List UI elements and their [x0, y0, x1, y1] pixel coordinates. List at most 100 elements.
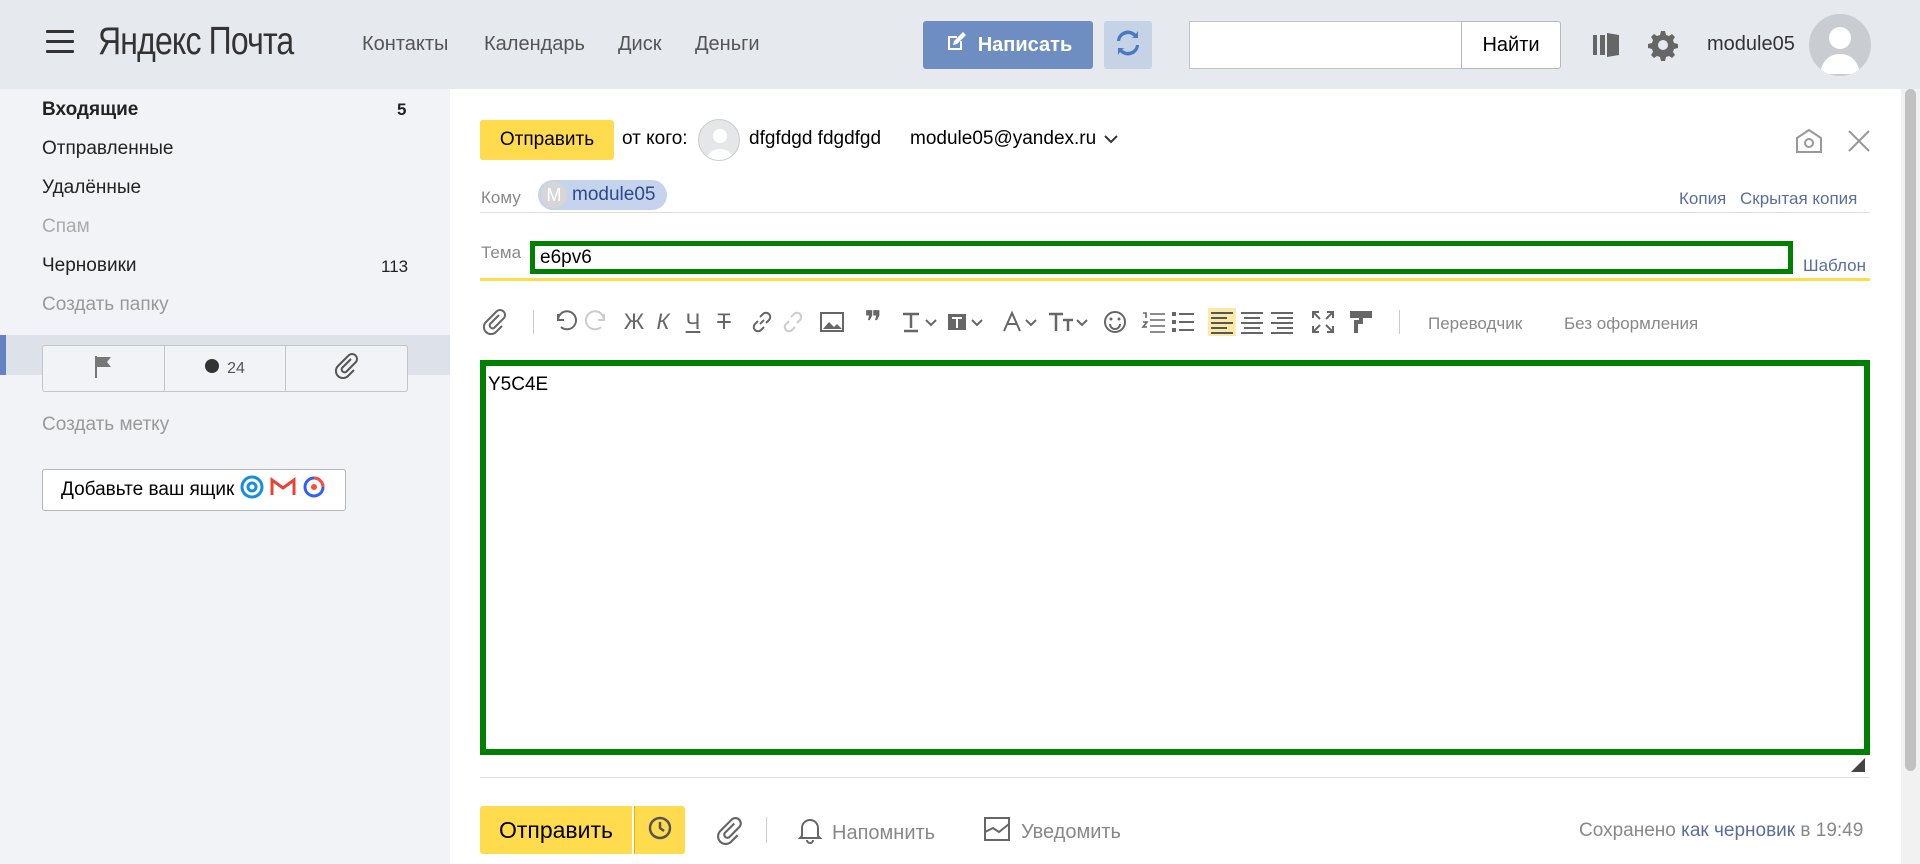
labels-bar: 24 [42, 345, 408, 392]
italic-icon[interactable]: К [651, 308, 675, 336]
folder-drafts-count: 113 [381, 257, 409, 276]
refresh-button[interactable] [1104, 21, 1152, 69]
username[interactable]: module05 [1707, 33, 1795, 56]
unread-filter[interactable]: 24 [165, 346, 287, 391]
link-icon[interactable] [748, 308, 776, 336]
saved-prefix: Сохранено [1579, 820, 1676, 841]
compose-pencil-icon [944, 30, 968, 60]
screenshot-icon[interactable] [1795, 128, 1823, 159]
create-label-link[interactable]: Создать метку [42, 414, 169, 436]
text-color-icon[interactable] [899, 308, 943, 336]
translator-button[interactable]: Переводчик [1428, 314, 1522, 334]
attachment-filter[interactable] [286, 346, 407, 391]
app-logo[interactable]: Яндекс Почта [98, 20, 294, 64]
sender-name[interactable]: dfgfdgd fdgdfgd [749, 128, 881, 150]
message-body-editor[interactable]: Y5C4E [480, 360, 1870, 755]
sender-avatar [698, 119, 740, 161]
saved-draft-link[interactable]: как черновик [1681, 820, 1795, 841]
align-left-icon[interactable] [1208, 308, 1236, 336]
align-right-icon[interactable] [1268, 308, 1296, 336]
scheduled-send-button[interactable] [634, 806, 685, 854]
header-bar: Яндекс Почта Контакты Календарь Диск Ден… [0, 0, 1920, 89]
chevron-down-icon [1104, 128, 1118, 150]
clock-icon [647, 815, 673, 846]
to-divider [480, 212, 1870, 213]
compose-button[interactable]: Написать [923, 21, 1093, 69]
paperclip-icon [334, 353, 360, 384]
message-body-text: Y5C4E [488, 374, 549, 395]
scrollbar-thumb[interactable] [1905, 89, 1916, 771]
folder-sent[interactable]: Отправленные [42, 138, 173, 160]
notify-check-icon [983, 816, 1011, 848]
font-size-icon[interactable] [1047, 308, 1091, 336]
folder-spam[interactable]: Спам [42, 216, 90, 238]
flag-filter[interactable] [43, 346, 165, 391]
layout-icon[interactable] [1589, 28, 1623, 62]
nav-money[interactable]: Деньги [695, 33, 760, 56]
nav-calendar[interactable]: Календарь [484, 33, 585, 56]
resize-handle-icon[interactable] [1851, 758, 1865, 777]
recipient-chip-label: module05 [572, 184, 656, 205]
from-label: от кого: [622, 128, 688, 149]
avatar[interactable] [1809, 14, 1871, 76]
recipient-chip[interactable]: M module05 [538, 180, 668, 210]
sender-email-select[interactable]: module05@yandex.ru [910, 128, 1118, 150]
undo-icon[interactable] [553, 308, 579, 336]
refresh-icon [1114, 29, 1142, 62]
quote-icon[interactable]: ❞ [859, 306, 887, 339]
toolbar-divider [533, 310, 534, 334]
menu-icon[interactable] [46, 30, 74, 56]
notify-button[interactable]: Уведомить [983, 816, 1121, 848]
attach-bottom-icon[interactable] [716, 817, 744, 850]
gmail-icon [270, 477, 296, 503]
format-painter-icon[interactable] [1347, 308, 1375, 336]
nav-contacts[interactable]: Контакты [362, 33, 448, 56]
create-folder-link[interactable]: Создать папку [42, 294, 169, 316]
folder-deleted[interactable]: Удалённые [42, 177, 141, 199]
bottom-divider [766, 817, 767, 843]
redo-icon[interactable] [583, 308, 609, 336]
search-input[interactable] [1189, 21, 1463, 69]
attach-toolbar-icon[interactable] [481, 308, 509, 336]
nav-disk[interactable]: Диск [618, 33, 661, 56]
add-mailbox-button[interactable]: Добавьте ваш ящик [42, 469, 346, 511]
close-icon[interactable] [1846, 128, 1872, 159]
bcc-link[interactable]: Скрытая копия [1740, 189, 1857, 209]
background-color-icon[interactable] [945, 308, 989, 336]
strikethrough-icon[interactable]: Т [712, 308, 736, 336]
font-icon[interactable] [1002, 308, 1044, 336]
rambler-icon [302, 475, 326, 505]
plain-text-button[interactable]: Без оформления [1564, 314, 1698, 334]
underline-icon[interactable]: Ч [681, 308, 705, 336]
template-link[interactable]: Шаблон [1803, 256, 1866, 276]
body-divider [480, 777, 1870, 778]
image-icon[interactable] [818, 308, 846, 336]
bulleted-list-icon[interactable] [1169, 308, 1197, 336]
send-button-top[interactable]: Отправить [480, 120, 614, 160]
dot-icon [205, 359, 220, 378]
send-button-bottom[interactable]: Отправить [480, 806, 632, 854]
gear-icon[interactable] [1646, 28, 1680, 62]
emoji-icon[interactable] [1102, 308, 1128, 336]
remind-button[interactable]: Напомнить [797, 816, 935, 850]
mailru-icon [240, 475, 264, 505]
bell-icon [797, 816, 823, 850]
unread-count: 24 [227, 359, 245, 377]
folder-inbox[interactable]: Входящие [42, 99, 138, 121]
to-label: Кому [481, 188, 521, 207]
subject-label: Тема [481, 243, 522, 262]
cc-link[interactable]: Копия [1679, 189, 1726, 209]
fullscreen-icon[interactable] [1309, 308, 1337, 336]
align-center-icon[interactable] [1238, 308, 1266, 336]
subject-input[interactable] [530, 241, 1793, 274]
compose-label: Написать [977, 33, 1073, 56]
bold-icon[interactable]: Ж [622, 308, 646, 336]
search-button[interactable]: Найти [1461, 21, 1561, 69]
folder-drafts[interactable]: Черновики [42, 255, 137, 277]
page-scrollbar[interactable] [1901, 89, 1920, 864]
numbered-list-icon[interactable] [1140, 308, 1168, 336]
notify-label: Уведомить [1021, 820, 1121, 843]
add-mailbox-label: Добавьте ваш ящик [61, 479, 235, 500]
saved-status: Сохранено как черновик в 19:49 [1579, 820, 1863, 842]
unlink-icon[interactable] [779, 308, 807, 336]
